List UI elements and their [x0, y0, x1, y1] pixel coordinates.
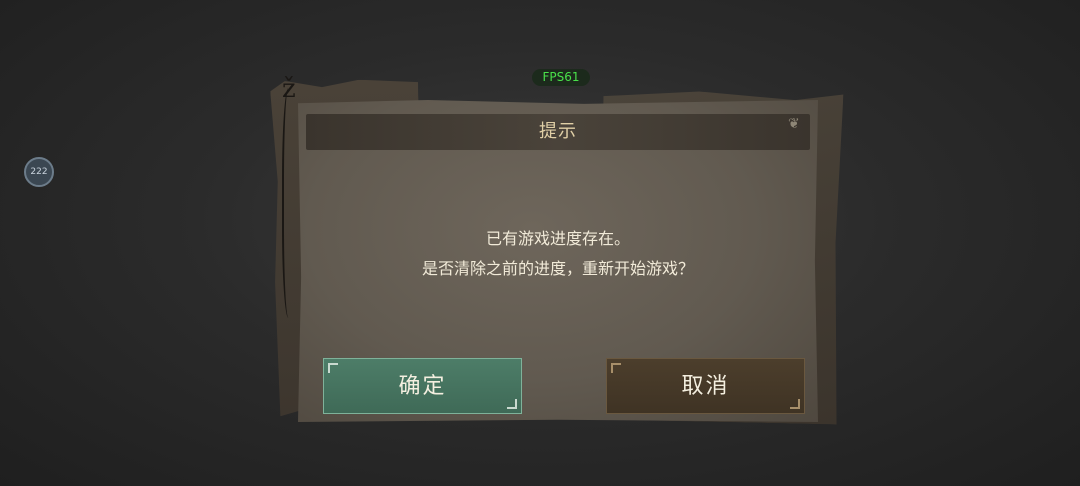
message-line-1: 已有游戏进度存在。 — [485, 229, 630, 248]
confirm-button-label: 确定 — [398, 374, 447, 399]
scroll-ornament-icon: ❦ — [788, 116, 800, 132]
corner-bracket-icon — [790, 399, 800, 409]
corner-bracket-icon — [507, 399, 517, 409]
confirm-button[interactable]: 确定 — [323, 358, 522, 414]
corner-bracket-icon — [611, 363, 621, 373]
dialog-title-bar: 提示 — [306, 114, 810, 150]
message-line-2: 是否清除之前的进度，重新开始游戏？ — [421, 259, 694, 278]
fps-counter: FPS61 — [532, 69, 590, 86]
calligraphy-decoration-icon: ž — [282, 74, 296, 104]
assistive-touch-icon[interactable]: 222 — [24, 157, 54, 187]
ink-vine-decoration — [282, 88, 298, 318]
dialog-message: 已有游戏进度存在。 是否清除之前的进度，重新开始游戏？ — [306, 224, 810, 284]
corner-bracket-icon — [328, 363, 338, 373]
cancel-button[interactable]: 取消 — [606, 358, 805, 414]
cancel-button-label: 取消 — [681, 374, 730, 399]
dialog-title: 提示 — [539, 121, 577, 142]
